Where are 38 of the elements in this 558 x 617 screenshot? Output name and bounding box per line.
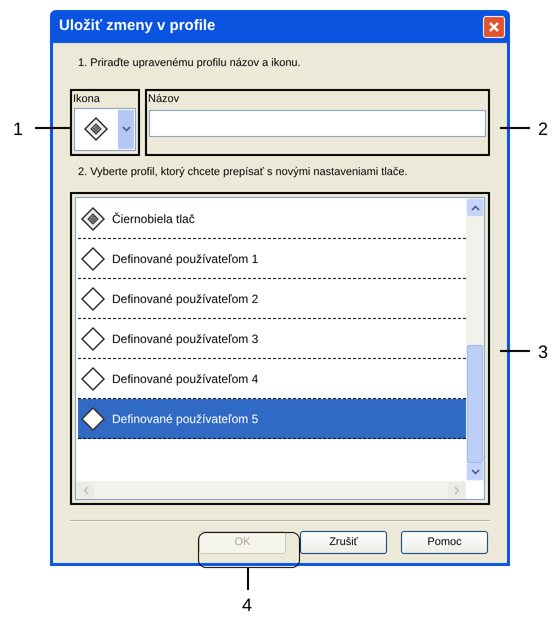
icon-dropdown[interactable] [74,108,136,150]
callout-number: 2 [538,118,548,141]
profile-list-item[interactable]: Definované používateľom 3 [78,319,466,359]
diamond-icon [80,246,106,272]
scroll-right-icon [448,482,465,498]
close-button[interactable] [483,16,505,38]
diamond-icon [80,286,106,312]
field-label: Názov [147,92,180,106]
diamond-icon [80,366,106,392]
vertical-scrollbar[interactable] [466,198,484,481]
instruction-text: 2. Vyberte profil, ktorý chcete prepísať s novými nastaveniami tlače. [78,164,409,180]
profile-list-item[interactable]: Čiernobiela tlač [78,199,466,239]
profile-list-item[interactable]: Definované používateľom 5 [78,399,466,439]
instruction-text: 1. Priraďte upravenému profilu názov a ikonu. [78,56,302,71]
scroll-up-icon [467,199,483,216]
close-icon [488,20,500,32]
dropdown-caret-icon [118,110,134,148]
dialog-button[interactable]: Pomoc [401,531,488,554]
callout-number: 1 [13,118,24,141]
scroll-left-icon [77,482,94,498]
document-icon [80,206,106,232]
scroll-thumb[interactable] [467,345,483,463]
name-input-field[interactable] [149,110,486,137]
document-icon [83,116,109,142]
window-title: Uložiť zmeny v profile [59,16,216,36]
leader-line [500,127,530,129]
scroll-down-icon [467,463,483,480]
callout-number: 4 [242,594,252,617]
leader-line [500,350,530,352]
field-label: Ikona [72,92,101,106]
callout-number: 3 [538,341,548,364]
leader-line [247,568,249,590]
dialog-button[interactable]: Zrušiť [300,531,387,554]
profile-list-item[interactable]: Definované používateľom 1 [78,239,466,279]
diamond-icon [80,406,106,432]
diamond-icon [80,326,106,352]
horizontal-scrollbar[interactable] [76,481,466,499]
profile-list-item[interactable]: Definované používateľom 2 [78,279,466,319]
